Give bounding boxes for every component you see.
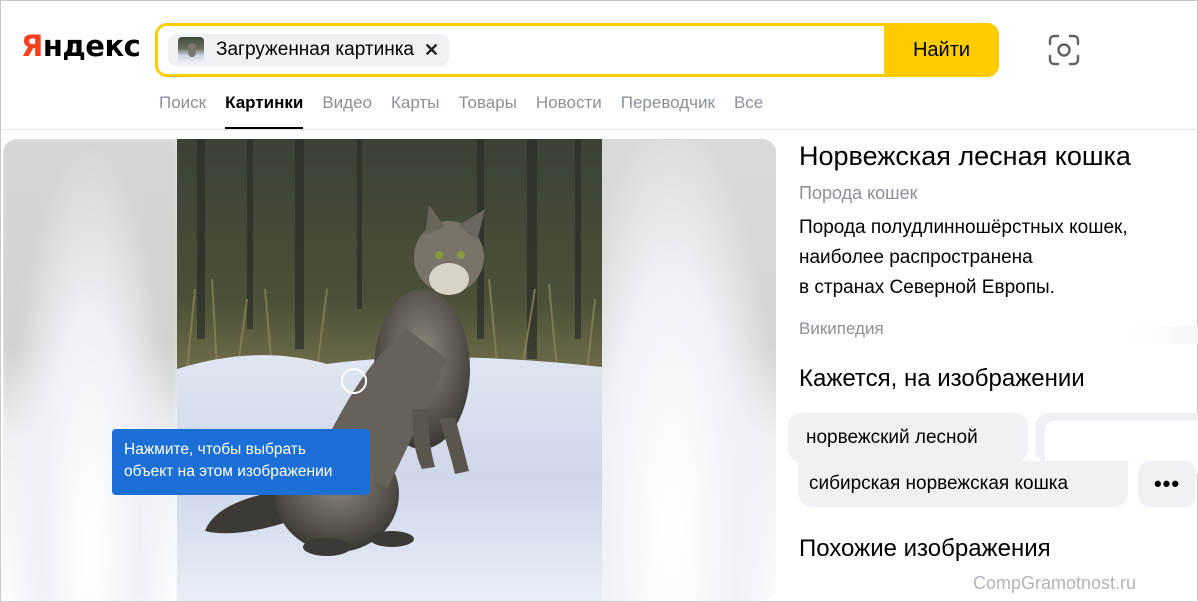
description-line: в странах Северной Европы. <box>799 277 1055 298</box>
uploaded-image-chip[interactable]: Загруженная картинка ✕ <box>168 34 450 66</box>
tab-maps[interactable]: Карты <box>391 93 439 129</box>
tab-all[interactable]: Все <box>734 93 763 129</box>
uploaded-image-thumbnail <box>178 37 204 63</box>
logo-rest: ндекс <box>42 29 141 63</box>
description-line: Порода полудлинношёрстных кошек, <box>799 217 1128 238</box>
similar-images-heading[interactable]: Похожие изображения <box>799 535 1051 563</box>
recognized-heading: Кажется, на изображении <box>799 365 1085 392</box>
tag-siberian-norwegian-cat[interactable]: сибирская норвежская кошка <box>798 461 1128 507</box>
tab-images[interactable]: Картинки <box>225 93 304 130</box>
object-select-tooltip[interactable]: Нажмите, чтобы выбрать объект на этом из… <box>112 429 370 495</box>
header-divider <box>1 129 1198 130</box>
image-viewer[interactable]: Нажмите, чтобы выбрать объект на этом из… <box>3 139 776 601</box>
more-tags-button[interactable]: ••• <box>1138 461 1196 507</box>
tooltip-line-1: Нажмите, чтобы выбрать <box>124 441 306 458</box>
tab-search[interactable]: Поиск <box>159 93 206 129</box>
logo-first-letter: Я <box>21 29 43 63</box>
chip-label: Загруженная картинка <box>216 39 414 60</box>
tag-norwegian-forest[interactable]: норвежский лесной <box>788 413 1028 463</box>
object-title[interactable]: Норвежская лесная кошка <box>799 141 1194 172</box>
search-bar[interactable]: Загруженная картинка ✕ Найти <box>155 23 999 77</box>
cat-photo[interactable] <box>177 139 602 601</box>
camera-lens-icon[interactable] <box>1047 33 1081 67</box>
close-icon[interactable]: ✕ <box>424 40 439 61</box>
description-line: наиболее распространена <box>799 247 1033 268</box>
tag-placeholder <box>1035 413 1198 473</box>
source-link[interactable]: Википедия <box>799 319 884 339</box>
blurred-backdrop-left <box>3 139 177 601</box>
blurred-backdrop-right <box>602 139 776 601</box>
watermark: CompGramotnost.ru <box>973 573 1137 593</box>
search-tabs: Поиск Картинки Видео Карты Товары Новост… <box>159 93 782 130</box>
tooltip-line-2: объект на этом изображении <box>124 463 333 480</box>
object-description: Порода полудлинношёрстных кошек, наиболе… <box>799 213 1194 303</box>
yandex-logo[interactable]: Яндекс <box>21 29 141 63</box>
tab-products[interactable]: Товары <box>458 93 516 129</box>
object-subtitle: Порода кошек <box>799 183 918 203</box>
panel-fade <box>1131 326 1198 344</box>
object-target-circle[interactable] <box>341 368 367 394</box>
tab-video[interactable]: Видео <box>322 93 372 129</box>
search-submit-button[interactable]: Найти <box>884 23 999 77</box>
tab-news[interactable]: Новости <box>536 93 602 129</box>
object-info-panel: Норвежская лесная кошка Порода кошек Пор… <box>799 141 1194 338</box>
tab-translator[interactable]: Переводчик <box>621 93 715 129</box>
